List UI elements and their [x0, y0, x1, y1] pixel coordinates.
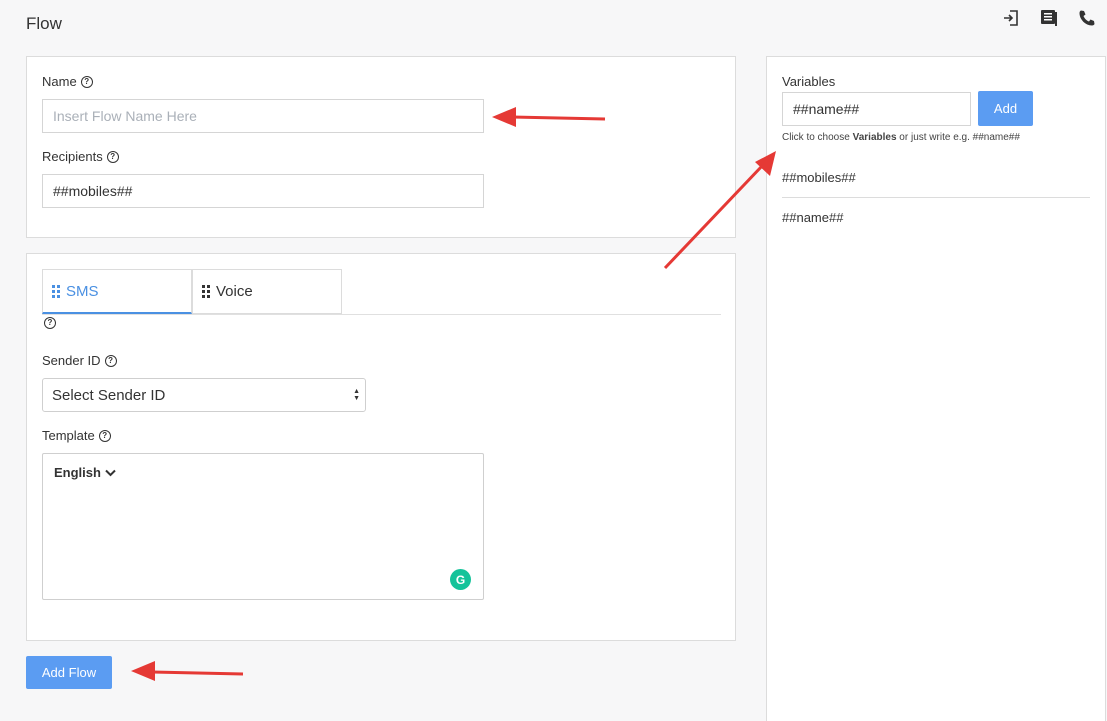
tab-sms-label: SMS	[66, 282, 99, 300]
add-flow-button[interactable]: Add Flow	[26, 656, 112, 689]
hint-prefix: Click to choose	[782, 132, 850, 143]
tab-voice[interactable]: Voice	[192, 269, 342, 314]
template-label-row: Template ?	[42, 428, 111, 443]
sender-label-row: Sender ID ?	[42, 353, 117, 368]
grammarly-icon[interactable]: G	[450, 569, 471, 590]
recipients-input[interactable]	[42, 174, 484, 208]
channel-card: SMS Voice ? Sender ID ? Select Sender ID…	[26, 253, 736, 641]
select-arrows-icon: ▲ ▼	[353, 388, 360, 402]
name-label-row: Name ?	[42, 74, 93, 89]
help-icon[interactable]: ?	[106, 150, 119, 163]
hint-bold: Variables	[852, 132, 897, 143]
recipients-label: Recipients	[42, 149, 103, 164]
drag-handle-icon	[52, 284, 60, 298]
phone-icon[interactable]	[1077, 8, 1097, 28]
drag-handle-icon	[202, 285, 210, 298]
top-toolbar	[1001, 8, 1097, 28]
help-icon[interactable]: ?	[44, 317, 56, 329]
page-title: Flow	[26, 14, 62, 33]
variable-input[interactable]	[782, 92, 971, 126]
template-label: Template	[42, 428, 95, 443]
language-dropdown[interactable]: English	[54, 465, 116, 480]
chevron-down-icon	[105, 469, 116, 476]
variables-panel: Variables Add Click to choose Variables …	[766, 56, 1106, 721]
add-variable-button[interactable]: Add	[978, 91, 1033, 126]
notes-icon[interactable]	[1039, 8, 1059, 28]
sender-id-select[interactable]: Select Sender ID ▲ ▼	[42, 378, 366, 412]
channel-tabs: SMS Voice	[42, 269, 721, 315]
flow-name-input[interactable]	[42, 99, 484, 133]
help-icon[interactable]: ?	[104, 354, 117, 367]
variables-label: Variables	[782, 74, 836, 89]
sign-out-icon[interactable]	[1001, 8, 1021, 28]
language-label: English	[54, 465, 101, 480]
help-icon[interactable]: ?	[80, 75, 93, 88]
flow-details-card: Name ? Recipients ?	[26, 56, 736, 238]
tab-sms[interactable]: SMS	[42, 269, 192, 314]
name-label: Name	[42, 74, 77, 89]
help-icon[interactable]: ?	[98, 429, 111, 442]
variable-item[interactable]: ##mobiles##	[782, 170, 1090, 198]
annotation-arrow	[131, 661, 244, 681]
template-editor[interactable]: English G	[42, 453, 484, 600]
sender-id-label: Sender ID	[42, 353, 101, 368]
recipients-label-row: Recipients ?	[42, 149, 119, 164]
hint-suffix: or just write e.g. ##name##	[899, 132, 1020, 143]
sender-id-selected: Select Sender ID	[52, 386, 166, 404]
variables-hint: Click to choose Variables or just write …	[782, 132, 1020, 143]
tab-voice-label: Voice	[216, 283, 253, 300]
variable-item[interactable]: ##name##	[782, 210, 1090, 225]
